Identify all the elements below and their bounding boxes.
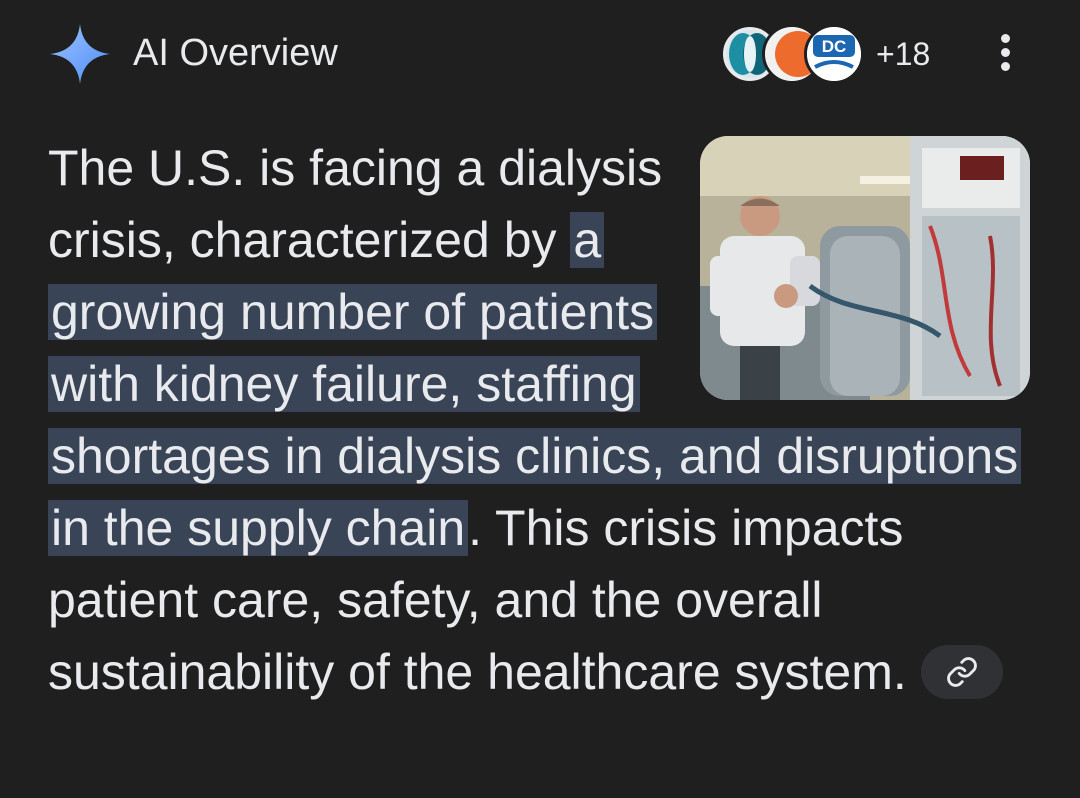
more-vert-icon[interactable] xyxy=(985,34,1025,80)
overview-title: AI Overview xyxy=(133,32,338,74)
source-link-button[interactable] xyxy=(920,644,1003,699)
dialysis-patient-photo[interactable] xyxy=(700,136,1030,400)
source-count[interactable]: +18 xyxy=(876,36,930,73)
source-logo-dc-text: DC xyxy=(822,37,847,56)
source-logo-dc[interactable]: DC xyxy=(804,24,864,84)
sparkle-icon xyxy=(50,24,110,84)
link-icon xyxy=(946,656,977,687)
source-list[interactable]: DC +18 xyxy=(720,22,930,86)
overview-body: The U.S. is facing a dialysis crisis, ch… xyxy=(48,132,1038,708)
ai-overview-header: AI Overview DC +18 xyxy=(0,0,1080,110)
